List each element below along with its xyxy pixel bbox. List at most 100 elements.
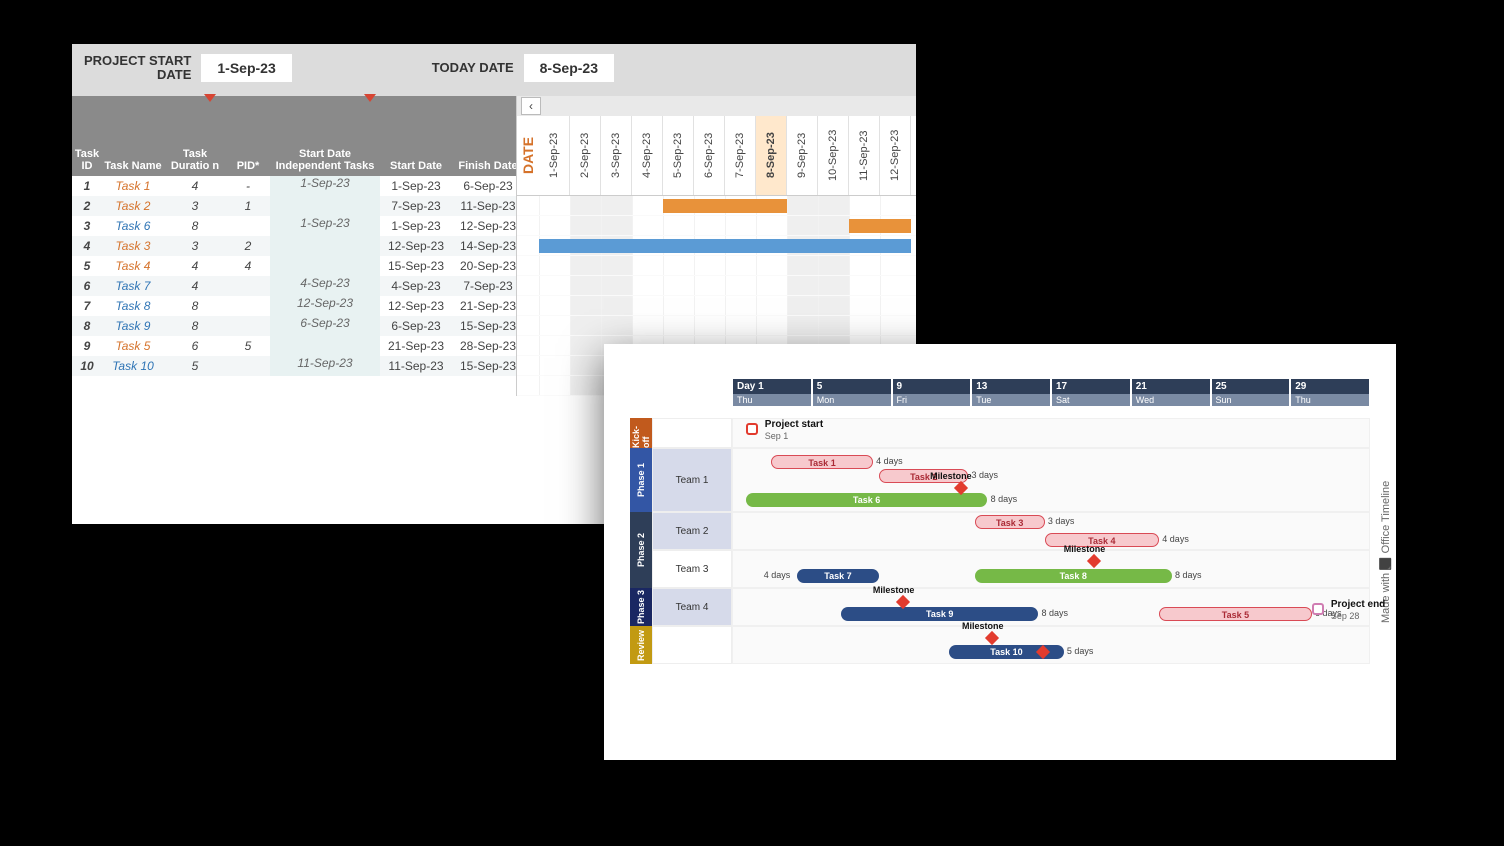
timeline-row: Kick-off Project startSep 1	[630, 418, 1370, 448]
team-label	[652, 626, 732, 664]
project-start-icon	[746, 423, 758, 435]
timeline-lane: Project startSep 1	[732, 418, 1370, 448]
today-label: TODAY DATE	[432, 61, 514, 75]
cell-start: 7-Sep-23	[380, 199, 452, 213]
cell-finish: 14-Sep-23	[452, 239, 524, 253]
col-task-name[interactable]: Task Name	[102, 160, 164, 172]
task-bar[interactable]: Task 3	[975, 515, 1045, 529]
cell-task-id: 2	[72, 199, 102, 213]
scale-cell: 29Thu	[1290, 378, 1370, 414]
cell-task-id: 4	[72, 239, 102, 253]
gantt-bar[interactable]	[849, 219, 911, 233]
cell-pid: -	[226, 179, 270, 193]
col-pid[interactable]: PID*	[226, 160, 270, 172]
milestone-label: Milestone	[873, 585, 915, 595]
date-column: 6-Sep-23	[694, 116, 725, 195]
gantt-nav: ‹	[517, 96, 916, 116]
date-axis-label: DATE	[517, 116, 539, 195]
cell-duration: 8	[164, 319, 226, 333]
cell-finish: 20-Sep-23	[452, 259, 524, 273]
date-column: 3-Sep-23	[601, 116, 632, 195]
milestone-icon	[985, 631, 999, 645]
scale-cell: Day 1Thu	[732, 378, 812, 414]
duration-label: 4 days	[876, 456, 903, 466]
cell-finish: 11-Sep-23	[452, 199, 524, 213]
cell-task-id: 7	[72, 299, 102, 313]
date-column: 8-Sep-23	[756, 116, 787, 195]
phase-label: Phase 2	[630, 512, 652, 588]
table-row[interactable]: 9Task 56521-Sep-2328-Sep-23	[72, 336, 516, 356]
cell-sdi	[270, 256, 380, 276]
sort-icon[interactable]	[204, 94, 216, 102]
cell-sdi: 1-Sep-23	[270, 216, 380, 236]
col-start[interactable]: Start Date	[380, 160, 452, 172]
scale-cell: 25Sun	[1211, 378, 1291, 414]
task-bar[interactable]: Task 9	[841, 607, 1038, 621]
cell-duration: 8	[164, 219, 226, 233]
date-column: 7-Sep-23	[725, 116, 756, 195]
cell-task-name: Task 10	[102, 359, 164, 373]
sheet-header: PROJECT START DATE 1-Sep-23 TODAY DATE 8…	[72, 44, 916, 96]
cell-finish: 12-Sep-23	[452, 219, 524, 233]
cell-task-name: Task 8	[102, 299, 164, 313]
col-task-duration[interactable]: Task Duratio n	[164, 148, 226, 172]
milestone-icon	[1087, 554, 1101, 568]
milestone-label: Milestone	[930, 471, 972, 481]
cell-task-name: Task 7	[102, 279, 164, 293]
cell-sdi: 12-Sep-23	[270, 296, 380, 316]
table-row[interactable]: 5Task 44415-Sep-2320-Sep-23	[72, 256, 516, 276]
today-date[interactable]: 8-Sep-23	[524, 54, 614, 82]
cell-task-id: 3	[72, 219, 102, 233]
phase-label: Phase 1	[630, 448, 652, 512]
cell-sdi	[270, 336, 380, 356]
task-bar[interactable]: Task 6	[746, 493, 988, 507]
phase-label: Kick-off	[630, 418, 652, 448]
col-finish[interactable]: Finish Date	[452, 160, 524, 172]
project-start-date[interactable]: 1-Sep-23	[201, 54, 291, 82]
cell-task-id: 9	[72, 339, 102, 353]
nav-prev-button[interactable]: ‹	[521, 97, 541, 115]
task-bar[interactable]: Task 1	[771, 455, 873, 469]
table-row[interactable]: 8Task 986-Sep-236-Sep-2315-Sep-23	[72, 316, 516, 336]
table-row[interactable]: 7Task 8812-Sep-2312-Sep-2321-Sep-23	[72, 296, 516, 316]
date-column: 4-Sep-23	[632, 116, 663, 195]
table-row[interactable]: 3Task 681-Sep-231-Sep-2312-Sep-23	[72, 216, 516, 236]
cell-task-id: 5	[72, 259, 102, 273]
cell-start: 12-Sep-23	[380, 299, 452, 313]
table-row[interactable]: 1Task 14-1-Sep-231-Sep-236-Sep-23	[72, 176, 516, 196]
table-row[interactable]: 2Task 2317-Sep-2311-Sep-23	[72, 196, 516, 216]
table-row[interactable]: 10Task 10511-Sep-2311-Sep-2315-Sep-23	[72, 356, 516, 376]
timeline-lane: Task 33 daysTask 44 days	[732, 512, 1370, 550]
cell-pid: 1	[226, 199, 270, 213]
cell-start: 1-Sep-23	[380, 179, 452, 193]
table-row[interactable]: 4Task 33212-Sep-2314-Sep-23	[72, 236, 516, 256]
col-sdi[interactable]: Start Date Independent Tasks	[270, 148, 380, 172]
duration-label: 5 days	[1067, 646, 1094, 656]
gantt-row	[517, 296, 916, 316]
scale-cell: 5Mon	[812, 378, 892, 414]
project-end-date: Sep 28	[1331, 611, 1360, 621]
cell-start: 15-Sep-23	[380, 259, 452, 273]
team-label: Team 1	[652, 448, 732, 512]
milestone-label: Milestone	[1064, 544, 1106, 554]
project-start-date: Sep 1	[765, 431, 789, 441]
sort-icon[interactable]	[364, 94, 376, 102]
task-bar[interactable]: Task 8	[975, 569, 1172, 583]
cell-sdi: 6-Sep-23	[270, 316, 380, 336]
gantt-bar[interactable]	[539, 239, 911, 253]
office-timeline-card: Made with ⬛ Office Timeline Day 1Thu5Mon…	[604, 344, 1396, 760]
scale-cell: 21Wed	[1131, 378, 1211, 414]
cell-finish: 6-Sep-23	[452, 179, 524, 193]
task-bar[interactable]: Task 5	[1159, 607, 1312, 621]
cell-task-name: Task 1	[102, 179, 164, 193]
date-column: 10-Sep-23	[818, 116, 849, 195]
cell-task-name: Task 3	[102, 239, 164, 253]
cell-sdi: 4-Sep-23	[270, 276, 380, 296]
timeline-row: Phase 2Team 2Task 33 daysTask 44 days	[630, 512, 1370, 550]
gantt-bar[interactable]	[663, 199, 787, 213]
table-row[interactable]: 6Task 744-Sep-234-Sep-237-Sep-23	[72, 276, 516, 296]
col-task-id[interactable]: Task ID	[72, 148, 102, 172]
cell-pid: 2	[226, 239, 270, 253]
cell-finish: 21-Sep-23	[452, 299, 524, 313]
task-bar[interactable]: Task 7	[797, 569, 880, 583]
